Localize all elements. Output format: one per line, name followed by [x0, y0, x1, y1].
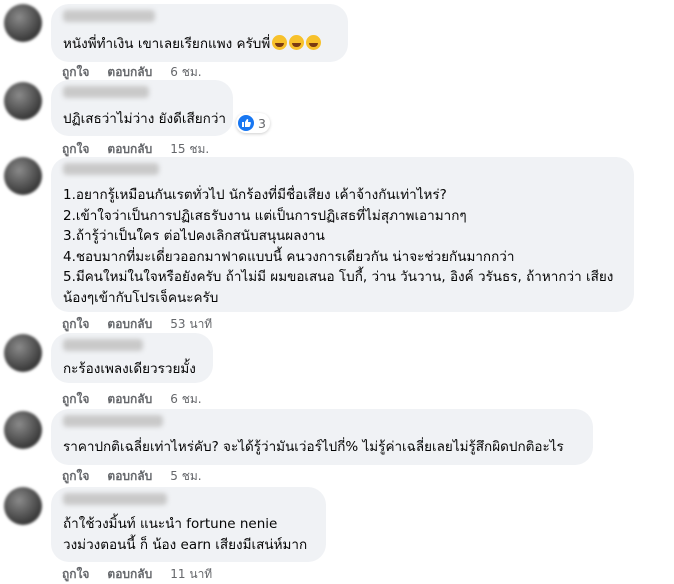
like-button[interactable]: ถูกใจ [62, 467, 89, 486]
author-name-redacted[interactable] [63, 339, 143, 351]
comment-text: ถ้าใช้วงมิ้นท์ แนะนำ fortune nenie วงม่ว… [63, 516, 308, 553]
avatar[interactable] [4, 334, 42, 372]
comment-actions: ถูกใจ ตอบกลับ 53 นาที [62, 315, 212, 334]
reply-button[interactable]: ตอบกลับ [107, 565, 152, 584]
comment-text: กะร้องเพลงเดียวรวยมั้ง [63, 361, 196, 377]
comment-actions: ถูกใจ ตอบกลับ 5 ชม. [62, 467, 202, 486]
comment-text: หนังพี่ทำเงิน เขาเลยเรียกแพง ครับพี่ [63, 34, 322, 55]
comment-bubble: กะร้องเพลงเดียวรวยมั้ง [51, 333, 213, 383]
comment-text: ราคาปกติเฉลี่ยเท่าไหร่คับ? จะได้รู้ว่ามั… [63, 439, 564, 455]
thumbs-up-icon [238, 115, 254, 131]
like-button[interactable]: ถูกใจ [62, 390, 89, 409]
avatar[interactable] [4, 157, 42, 195]
reaction-summary[interactable]: 3 [236, 113, 270, 133]
avatar[interactable] [4, 4, 42, 42]
reply-button[interactable]: ตอบกลับ [107, 467, 152, 486]
rofl-emoji-icon [306, 35, 322, 50]
comment-bubble: 1.อยากรู้เหมือนกันเรตทั่วไป นักร้องที่มี… [51, 157, 634, 312]
author-name-redacted[interactable] [63, 163, 159, 175]
rofl-emoji-icon [289, 35, 305, 50]
like-button[interactable]: ถูกใจ [62, 565, 89, 584]
avatar[interactable] [4, 82, 42, 120]
reaction-count: 3 [258, 115, 266, 131]
comment-text: ปฏิเสธว่าไม่ว่าง ยังดีเสียกว่า [63, 111, 226, 127]
comment-timestamp[interactable]: 5 ชม. [170, 467, 201, 486]
reply-button[interactable]: ตอบกลับ [107, 390, 152, 409]
avatar[interactable] [4, 411, 42, 449]
author-name-redacted[interactable] [63, 86, 149, 98]
author-name-redacted[interactable] [63, 493, 167, 505]
avatar[interactable] [4, 487, 42, 525]
comment-timestamp[interactable]: 53 นาที [170, 315, 212, 334]
author-name-redacted[interactable] [63, 415, 163, 427]
comment-bubble: หนังพี่ทำเงิน เขาเลยเรียกแพง ครับพี่ [51, 4, 348, 62]
comment-text: 1.อยากรู้เหมือนกันเรตทั่วไป นักร้องที่มี… [63, 187, 614, 306]
reply-button[interactable]: ตอบกลับ [107, 315, 152, 334]
like-button[interactable]: ถูกใจ [62, 315, 89, 334]
comment-bubble: ปฏิเสธว่าไม่ว่าง ยังดีเสียกว่า [51, 80, 233, 136]
comment-actions: ถูกใจ ตอบกลับ 11 นาที [62, 565, 212, 584]
comment-actions: ถูกใจ ตอบกลับ 6 ชม. [62, 390, 202, 409]
comment-bubble: ราคาปกติเฉลี่ยเท่าไหร่คับ? จะได้รู้ว่ามั… [51, 409, 593, 465]
rofl-emoji-icon [272, 35, 288, 50]
comment-bubble: ถ้าใช้วงมิ้นท์ แนะนำ fortune nenie วงม่ว… [51, 487, 326, 562]
comment-timestamp[interactable]: 6 ชม. [170, 390, 201, 409]
comment-timestamp[interactable]: 11 นาที [170, 565, 212, 584]
author-name-redacted[interactable] [63, 10, 155, 22]
